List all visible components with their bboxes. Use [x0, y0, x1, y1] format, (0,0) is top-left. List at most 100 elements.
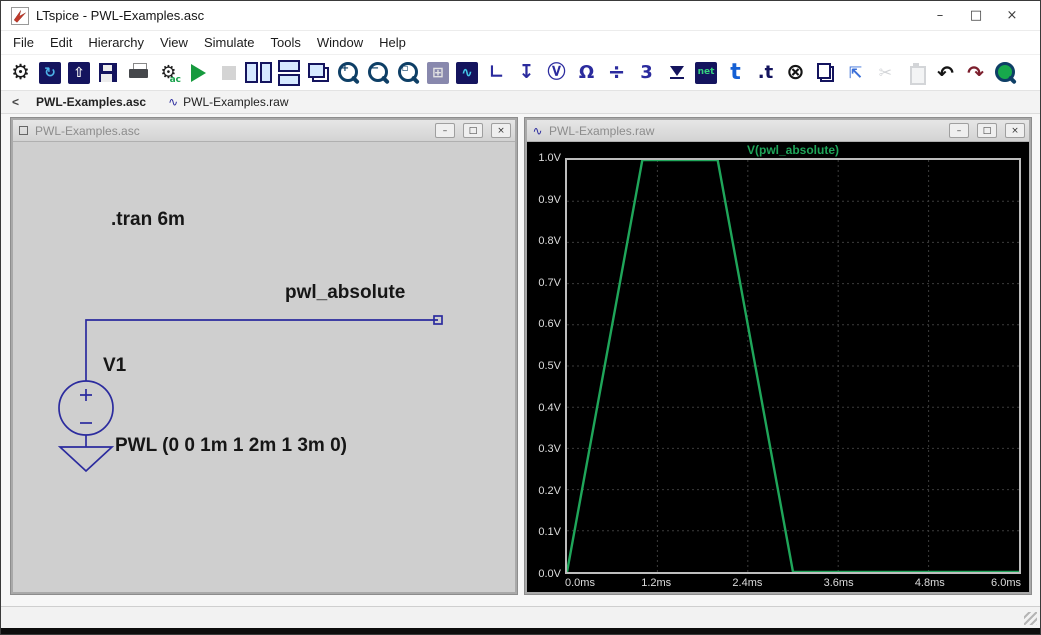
schematic-maximize-button[interactable]: □ [463, 123, 483, 138]
schematic-drawing [13, 142, 515, 592]
run-icon[interactable] [185, 59, 212, 87]
x-axis-labels: 0.0ms 1.2ms 2.4ms 3.6ms 4.8ms 6.0ms [565, 577, 1021, 591]
waveform-maximize-button[interactable]: □ [977, 123, 997, 138]
trace-title[interactable]: V(pwl_absolute) [565, 143, 1021, 157]
ltspice-logo-icon [11, 7, 29, 25]
redo-icon[interactable]: ↷ [962, 59, 989, 87]
waveform-minimize-button[interactable]: – [949, 123, 969, 138]
back-chevron[interactable]: < [9, 95, 22, 109]
menubar: FileEditHierarchyViewSimulateToolsWindow… [1, 31, 1040, 55]
minimize-button[interactable]: – [922, 8, 958, 23]
y-axis-labels: 0.0V0.1V0.2V0.3V0.4V0.5V0.6V0.7V0.8V0.9V… [527, 158, 563, 574]
menu-help[interactable]: Help [371, 32, 414, 53]
menu-simulate[interactable]: Simulate [196, 32, 263, 53]
delete-icon[interactable]: ⊗ [782, 59, 809, 87]
x-tick-label: 1.2ms [641, 577, 671, 589]
schematic-icon [19, 126, 28, 135]
tab-waveform[interactable]: ∿ PWL-Examples.raw [160, 93, 296, 111]
schematic-canvas[interactable]: .tran 6m pwl_absolute V1 PWL (0 0 1m 1 2… [13, 142, 515, 592]
tab-schematic[interactable]: PWL-Examples.asc [28, 93, 154, 111]
control-panel-icon[interactable]: ⚙ [7, 59, 34, 87]
save-icon[interactable] [95, 59, 122, 87]
waveform-plot-svg[interactable] [567, 160, 1019, 572]
net-label-text[interactable]: pwl_absolute [285, 282, 405, 304]
menu-file[interactable]: File [5, 32, 42, 53]
y-tick-label: 0.8V [538, 235, 561, 247]
place-resistor-icon[interactable]: Ω [573, 59, 600, 87]
place-inductor-icon[interactable]: 3 [633, 59, 660, 87]
x-tick-label: 0.0ms [565, 577, 595, 589]
x-tick-label: 3.6ms [824, 577, 854, 589]
maximize-button[interactable]: □ [958, 8, 994, 23]
x-tick-label: 2.4ms [732, 577, 762, 589]
waveform-window: ∿ PWL-Examples.raw – □ × V(pwl_absolute)… [525, 118, 1031, 594]
y-tick-label: 0.1V [538, 526, 561, 538]
menu-window[interactable]: Window [309, 32, 371, 53]
zoom-full-extents-icon[interactable]: ▫ [395, 59, 422, 87]
place-component-icon[interactable]: Ⓥ [543, 59, 570, 87]
search-icon[interactable] [992, 59, 1019, 87]
tile-vertical-icon[interactable] [245, 59, 272, 87]
undo-icon[interactable]: ↶ [932, 59, 959, 87]
y-tick-label: 0.3V [538, 443, 561, 455]
schematic-window-titlebar[interactable]: PWL-Examples.asc – □ × [13, 120, 515, 142]
waveform-window-titlebar[interactable]: ∿ PWL-Examples.raw – □ × [527, 120, 1029, 142]
waveform-panel: V(pwl_absolute) 0.0V0.1V0.2V0.3V0.4V0.5V… [527, 142, 1029, 592]
plot-frame[interactable] [565, 158, 1021, 574]
window-controls: – □ × [922, 8, 1030, 23]
component-ref-text[interactable]: V1 [103, 355, 126, 377]
x-tick-label: 6.0ms [991, 577, 1021, 589]
duplicate-icon[interactable] [812, 59, 839, 87]
tab-schematic-label: PWL-Examples.asc [36, 95, 146, 109]
halt-icon[interactable] [215, 59, 242, 87]
schematic-window: PWL-Examples.asc – □ × .tran 6m pwl_abso… [11, 118, 517, 594]
tile-horizontal-icon[interactable] [275, 59, 302, 87]
draw-wire-icon[interactable]: ∟ [483, 59, 510, 87]
titlebar: LTspice - PWL-Examples.asc – □ × [1, 1, 1040, 31]
place-ground-icon[interactable]: ↧ [513, 59, 540, 87]
y-tick-label: 0.7V [538, 277, 561, 289]
label-net-icon[interactable]: net [695, 62, 717, 84]
y-tick-label: 0.4V [538, 402, 561, 414]
window-border-bottom [1, 628, 1040, 634]
print-icon[interactable] [125, 59, 152, 87]
place-capacitor-icon[interactable]: ÷ [603, 59, 630, 87]
waveform-pane-icon[interactable]: ∿ [456, 62, 478, 84]
cut-icon[interactable]: ✂ [872, 59, 899, 87]
move-icon[interactable]: ⇱ [842, 59, 869, 87]
waveform-tab-icon: ∿ [168, 95, 178, 109]
mdi-area: PWL-Examples.asc – □ × .tran 6m pwl_abso… [1, 114, 1040, 606]
cascade-windows-icon[interactable] [305, 59, 332, 87]
open-icon[interactable]: ⇧ [68, 62, 90, 84]
waveform-icon: ∿ [531, 124, 544, 137]
zoom-out-icon[interactable]: − [365, 59, 392, 87]
tabbar: < PWL-Examples.asc ∿ PWL-Examples.raw [1, 91, 1040, 114]
pan-icon[interactable]: ⊞ [427, 62, 449, 84]
net-wire [86, 320, 438, 381]
menu-edit[interactable]: Edit [42, 32, 80, 53]
schematic-minimize-button[interactable]: – [435, 123, 455, 138]
close-button[interactable]: × [994, 8, 1030, 23]
simulation-command-icon[interactable]: ⚙ac [155, 59, 182, 87]
y-tick-label: 0.0V [538, 568, 561, 580]
ground-symbol [60, 447, 112, 471]
menu-tools[interactable]: Tools [263, 32, 309, 53]
statusbar [1, 606, 1040, 628]
resize-grip[interactable] [1024, 612, 1037, 625]
spice-directive-icon[interactable]: .t [752, 59, 779, 87]
menu-hierarchy[interactable]: Hierarchy [80, 32, 152, 53]
spice-directive-text[interactable]: .tran 6m [111, 209, 185, 231]
new-schematic-icon[interactable]: ↻ [39, 62, 61, 84]
zoom-in-icon[interactable]: + [335, 59, 362, 87]
schematic-window-title: PWL-Examples.asc [35, 124, 427, 138]
waveform-close-button[interactable]: × [1005, 123, 1025, 138]
x-tick-label: 4.8ms [915, 577, 945, 589]
place-diode-icon[interactable] [663, 59, 690, 87]
ltspice-window: LTspice - PWL-Examples.asc – □ × FileEdi… [0, 0, 1041, 635]
y-tick-label: 0.5V [538, 360, 561, 372]
component-value-text[interactable]: PWL (0 0 1m 1 2m 1 3m 0) [115, 435, 347, 457]
place-text-icon[interactable]: t [722, 59, 749, 87]
menu-view[interactable]: View [152, 32, 196, 53]
schematic-close-button[interactable]: × [491, 123, 511, 138]
paste-icon[interactable] [902, 59, 929, 87]
